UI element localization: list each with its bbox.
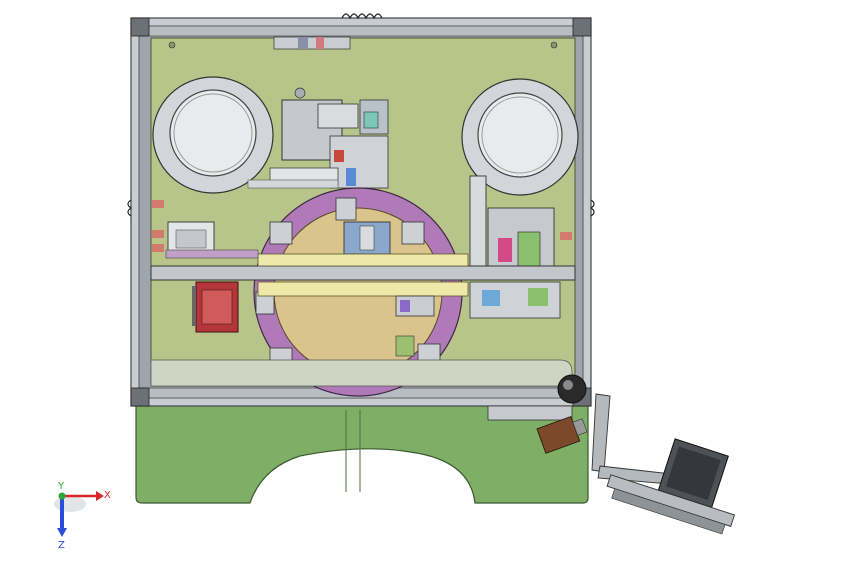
feeder-bowl-left (152, 76, 274, 194)
z-axis-label: Z (58, 540, 65, 551)
cad-viewport[interactable]: X Y Z (0, 0, 867, 562)
y-axis-label: Y (57, 481, 65, 492)
coordinate-triad: X Y Z (54, 481, 111, 551)
drive-shaft-knob (557, 374, 587, 404)
x-axis-label: X (104, 490, 111, 501)
control-box (192, 281, 239, 333)
machine-assembly-drawing: X Y Z (54, 13, 736, 551)
stepper-motor (606, 438, 736, 535)
